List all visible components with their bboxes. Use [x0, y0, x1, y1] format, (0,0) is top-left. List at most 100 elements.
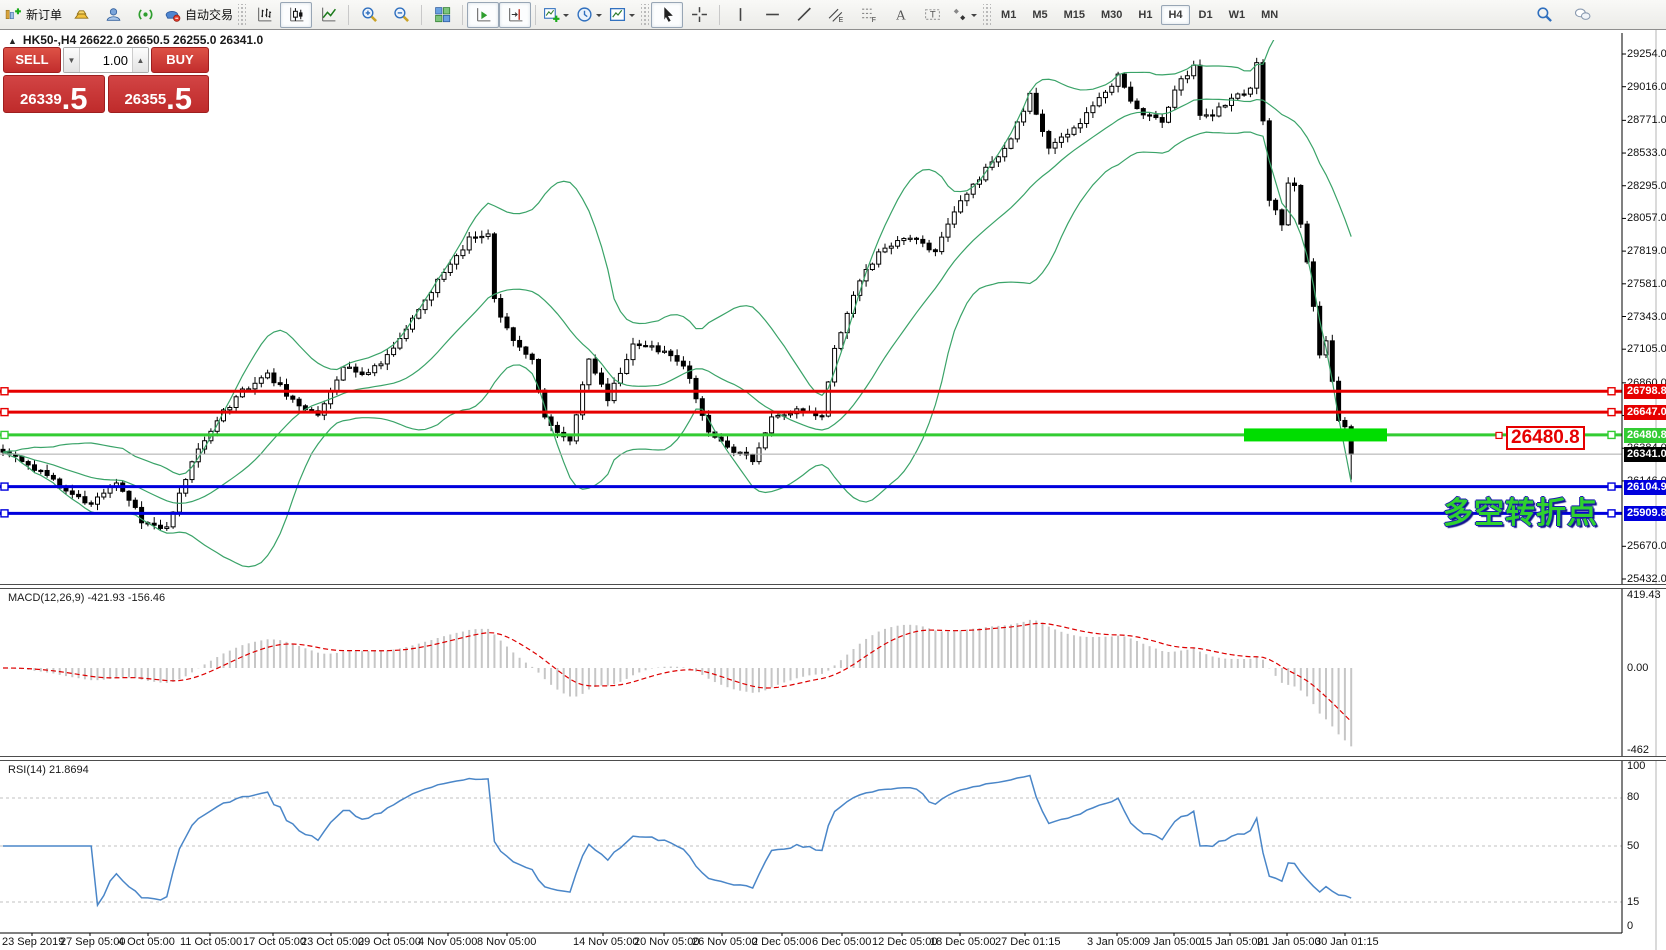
text-button[interactable]: A — [884, 2, 916, 28]
toolbar-separator — [421, 5, 422, 25]
tile-windows-button[interactable] — [426, 2, 458, 28]
price-annotation-label[interactable]: 26480.8 — [1506, 426, 1585, 450]
new-order-button[interactable]: 新订单 — [2, 2, 65, 28]
pane-splitter[interactable] — [0, 584, 1666, 589]
line-handle[interactable] — [1608, 483, 1615, 490]
text-label-button[interactable]: T — [916, 2, 948, 28]
line-handle[interactable] — [1, 409, 8, 416]
line-chart-icon — [320, 6, 337, 23]
sell-price[interactable]: 26339.5 — [3, 75, 105, 113]
time-axis-label: 21 Jan 05:00 — [1257, 936, 1321, 948]
chart-shift-button[interactable] — [499, 2, 531, 28]
toolbar-grip[interactable] — [238, 4, 246, 26]
channel-button[interactable]: E — [820, 2, 852, 28]
chevron-down-icon[interactable] — [563, 14, 569, 20]
macd-histogram — [3, 620, 1351, 746]
time-axis-label: 26 Nov 05:00 — [692, 936, 757, 948]
time-axis-label: 20 Nov 05:00 — [634, 936, 699, 948]
pane-splitter[interactable] — [0, 756, 1666, 761]
volume-decrease-button[interactable]: ▼ — [64, 48, 80, 72]
cursor-icon — [659, 6, 676, 23]
search-icon-button[interactable] — [1528, 2, 1560, 28]
volume-increase-button[interactable]: ▲ — [132, 48, 148, 72]
fibonacci-button[interactable]: F — [852, 2, 884, 28]
time-axis-label: 4 Nov 05:00 — [418, 936, 477, 948]
autotrading-button[interactable]: 自动交易 — [161, 2, 236, 28]
line-handle[interactable] — [1, 388, 8, 395]
line-handle[interactable] — [1, 510, 8, 517]
zoom-out-button[interactable] — [385, 2, 417, 28]
horizontal-line-button[interactable] — [756, 2, 788, 28]
time-axis-label: 23 Sep 2019 — [2, 936, 64, 948]
macd-signal-line — [3, 623, 1351, 721]
timeframe-m1-button[interactable]: M1 — [994, 5, 1023, 25]
time-axis-label: 2 Dec 05:00 — [752, 936, 811, 948]
chevron-down-icon[interactable] — [629, 14, 635, 20]
wallet-icon-button[interactable] — [65, 2, 97, 28]
macd-indicator-label: MACD(12,26,9) -421.93 -156.46 — [8, 592, 165, 604]
new-order-icon — [5, 6, 22, 23]
zoom-in-button[interactable] — [353, 2, 385, 28]
volume-input[interactable] — [80, 48, 132, 72]
line-chart-button[interactable] — [312, 2, 344, 28]
turning-point-annotation[interactable]: 多空转折点 — [1443, 488, 1598, 532]
timeframe-m15-button[interactable]: M15 — [1057, 5, 1092, 25]
line-handle[interactable] — [1608, 409, 1615, 416]
time-axis-label: 17 Oct 05:00 — [243, 936, 306, 948]
sell-button[interactable]: SELL — [3, 47, 61, 73]
periods-button[interactable] — [573, 2, 606, 28]
rsi-line — [3, 776, 1351, 906]
buy-button[interactable]: BUY — [151, 47, 209, 73]
signals-icon-button[interactable] — [129, 2, 161, 28]
search-icon — [1536, 6, 1553, 23]
community-icon-button[interactable] — [97, 2, 129, 28]
line-handle[interactable] — [1608, 431, 1615, 438]
price-axis-label: 25670.0 — [1627, 539, 1666, 553]
templates-button[interactable] — [606, 2, 639, 28]
cursor-button[interactable] — [651, 2, 683, 28]
tile-windows-icon — [434, 6, 451, 23]
trendline-button[interactable] — [788, 2, 820, 28]
new-order-button-label: 新订单 — [26, 6, 62, 23]
timeframe-h1-button[interactable]: H1 — [1131, 5, 1159, 25]
rsi-scale-label: 0 — [1627, 919, 1633, 933]
auto-scroll-button[interactable] — [467, 2, 499, 28]
highlighted-line-segment[interactable] — [1244, 428, 1387, 441]
line-handle[interactable] — [1, 431, 8, 438]
rsi-scale-label: 50 — [1627, 839, 1639, 853]
ohlc-text: HK50-,H4 26622.0 26650.5 26255.0 26341.0 — [23, 33, 263, 47]
one-click-collapse-icon[interactable]: ▲ — [8, 36, 17, 46]
timeframe-w1-button[interactable]: W1 — [1222, 5, 1253, 25]
signals-icon — [137, 6, 154, 23]
toolbar-grip[interactable] — [983, 4, 991, 26]
vertical-line-button[interactable] — [724, 2, 756, 28]
arrows-button[interactable] — [948, 2, 981, 28]
community-icon — [105, 6, 122, 23]
chevron-down-icon[interactable] — [971, 14, 977, 20]
auto-scroll-icon — [475, 6, 492, 23]
timeframe-h4-button[interactable]: H4 — [1161, 5, 1189, 25]
chat-icon-button[interactable] — [1566, 2, 1598, 28]
price-line-tag: 26647.0 — [1624, 405, 1666, 420]
timeframe-m30-button[interactable]: M30 — [1094, 5, 1129, 25]
line-handle[interactable] — [1608, 510, 1615, 517]
time-axis-label: 30 Jan 01:15 — [1315, 936, 1379, 948]
price-axis-label: 25432.0 — [1627, 572, 1666, 586]
toolbar-grip[interactable] — [641, 4, 649, 26]
line-handle[interactable] — [1608, 388, 1615, 395]
crosshair-button[interactable] — [683, 2, 715, 28]
new-chart-button[interactable] — [540, 2, 573, 28]
chevron-down-icon[interactable] — [596, 14, 602, 20]
annotation-handle[interactable] — [1496, 432, 1502, 438]
price-line-tag: 25909.8 — [1624, 506, 1666, 521]
buy-price[interactable]: 26355.5 — [108, 75, 210, 113]
sell-price-main: 26339 — [20, 92, 62, 107]
timeframe-m5-button[interactable]: M5 — [1025, 5, 1054, 25]
svg-text:E: E — [838, 17, 843, 23]
line-handle[interactable] — [1, 483, 8, 490]
timeframe-d1-button[interactable]: D1 — [1192, 5, 1220, 25]
candlestick-chart-button[interactable] — [280, 2, 312, 28]
bar-chart-button[interactable] — [248, 2, 280, 28]
chart-shift-icon — [507, 6, 524, 23]
timeframe-mn-button[interactable]: MN — [1254, 5, 1285, 25]
